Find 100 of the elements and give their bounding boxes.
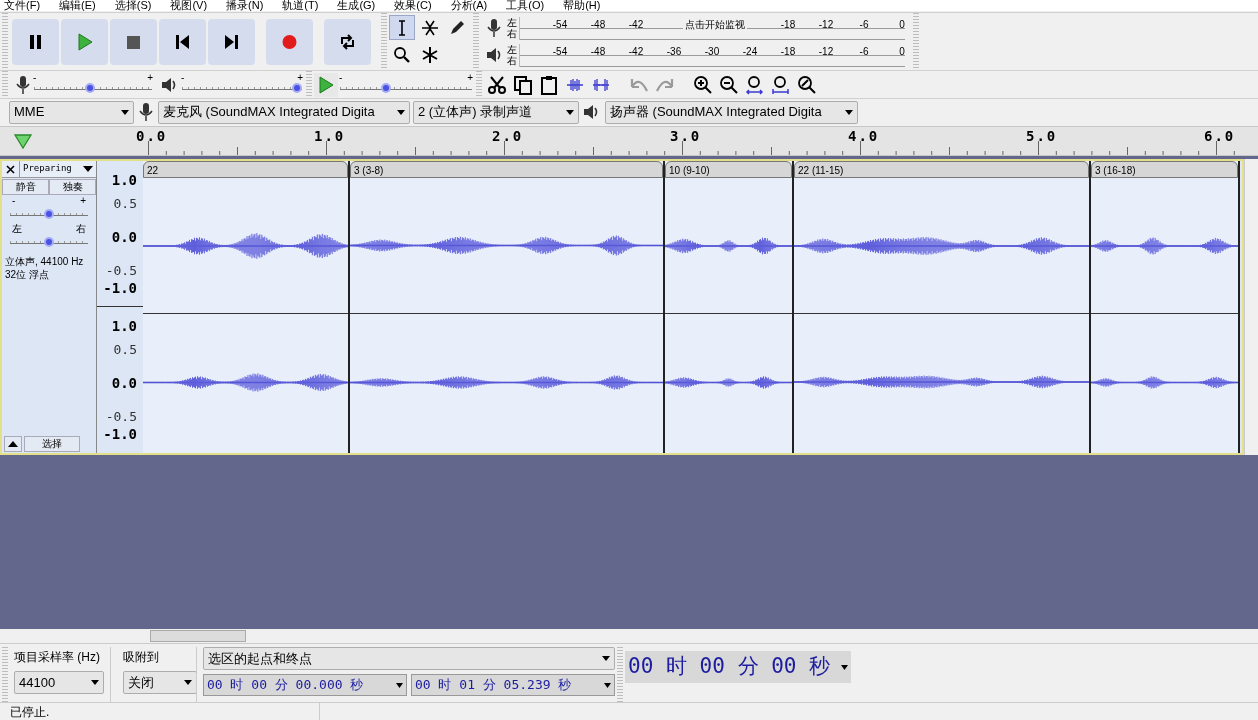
dropdown-arrow-icon — [602, 656, 610, 661]
vertical-scrollbar[interactable] — [1244, 159, 1258, 455]
meter-scale-label: -54 — [552, 46, 568, 57]
select-track-button[interactable]: 选择 — [24, 436, 80, 452]
menu-item[interactable]: 轨道(T) — [282, 0, 319, 11]
slider-minus-label: - — [181, 70, 185, 85]
fit-selection-icon — [745, 74, 765, 95]
dropdown-arrow-icon — [397, 109, 405, 115]
clip-name[interactable]: 10 (9-10) — [665, 161, 792, 178]
ruler-label: 1.0 — [314, 129, 346, 143]
menu-item[interactable]: 生成(G) — [337, 0, 376, 11]
playback-meter[interactable]: -54 -48 -42 -36 -30 -24 -18 -12 -6 0 — [519, 43, 911, 67]
recording-device-dropdown[interactable]: 麦克风 (SoundMAX Integrated Digita — [158, 100, 410, 124]
slider-label: - — [12, 195, 16, 207]
amplitude-label: 0.0 — [111, 376, 137, 390]
zoom-out-icon — [719, 74, 739, 95]
amplitude-label: 1.0 — [111, 173, 137, 187]
zoom-toggle-icon — [797, 74, 817, 95]
slider-thumb[interactable] — [381, 82, 392, 93]
recording-channels-dropdown[interactable]: 2 (立体声) 录制声道 — [413, 100, 579, 124]
menu-item[interactable]: 播录(N) — [226, 0, 264, 11]
record-button[interactable] — [266, 18, 313, 65]
meter-scale-label: -6 — [859, 46, 869, 57]
horizontal-scrollbar[interactable] — [0, 629, 1258, 643]
ruler-label: 0.0 — [136, 129, 168, 143]
menu-item[interactable]: 编辑(E) — [59, 0, 96, 11]
playback-speed-slider[interactable] — [340, 82, 472, 93]
amplitude-label: -0.5 — [105, 409, 137, 424]
close-icon — [6, 164, 15, 174]
playback-device-dropdown[interactable]: 扬声器 (SoundMAX Integrated Digita — [605, 100, 858, 124]
slider-thumb[interactable] — [292, 82, 302, 93]
meter-scale-label: -18 — [780, 46, 796, 57]
channel-label: 左 — [507, 17, 518, 28]
meter-scale-label: -48 — [590, 19, 606, 30]
play-head-icon — [14, 133, 32, 149]
collapse-track-button[interactable] — [4, 436, 22, 452]
audio-track[interactable]: Preparing 静音 独奏 - + 左 右 立体声, 44100 Hz 32位 浮点 选择 1.0 0.5 0.0 -0.5 -1.0 1.0 0.5 0.0 -0.5 -1.0 22 3 (3-8) 10 (9-10) 22 (11-15) 3 (16-18) — [0, 159, 1244, 455]
audio-clip[interactable]: 3 (16-18) — [1091, 161, 1240, 453]
menu-item[interactable]: 文件(F) — [4, 0, 41, 11]
slider-plus-label: + — [147, 70, 153, 85]
pause-button[interactable] — [12, 18, 59, 65]
pan-slider[interactable] — [10, 237, 88, 247]
selection-start-time[interactable]: 00 时 00 分 00.000 秒 — [203, 674, 407, 696]
solo-button[interactable]: 独奏 — [49, 179, 96, 195]
audio-clip[interactable]: 3 (3-8) — [350, 161, 665, 453]
audio-clip[interactable]: 22 — [143, 161, 350, 453]
scissors-icon — [487, 74, 507, 95]
audio-clip[interactable]: 22 (11-15) — [794, 161, 1091, 453]
timeline-ruler[interactable]: 0.0 1.0 2.0 3.0 4.0 5.0 6.0 — [0, 126, 1258, 156]
meter-scale-label: -30 — [704, 46, 720, 57]
play-at-speed-button[interactable] — [314, 72, 338, 97]
playback-volume-slider[interactable] — [182, 82, 302, 93]
monitor-prompt[interactable]: 点击开始监视 — [683, 18, 747, 31]
scrollbar-thumb[interactable] — [150, 630, 246, 642]
slider-thumb[interactable] — [84, 82, 95, 93]
amplitude-label: 0.5 — [113, 342, 137, 357]
stop-button[interactable] — [110, 18, 157, 65]
menu-item[interactable]: 选择(S) — [114, 0, 152, 11]
slider-minus-label: - — [339, 70, 343, 85]
recording-volume-slider[interactable] — [34, 82, 152, 93]
record-meter[interactable]: -54 -48 -42 点击开始监视 -18 -12 -6 0 — [519, 16, 911, 40]
sample-rate-dropdown[interactable]: 44100 — [14, 671, 104, 694]
selection-tool[interactable] — [389, 15, 415, 40]
skip-to-start-button[interactable] — [159, 18, 206, 65]
dropdown-arrow-icon — [841, 664, 848, 670]
clip-name[interactable]: 22 — [143, 161, 348, 178]
selection-mode-dropdown[interactable]: 选区的起点和终点 — [203, 647, 615, 670]
loop-button[interactable] — [324, 18, 371, 65]
clip-name[interactable]: 3 (16-18) — [1091, 161, 1238, 178]
slider-label: 右 — [76, 223, 86, 235]
audio-clip[interactable]: 10 (9-10) — [665, 161, 794, 453]
track-name-menu[interactable]: Preparing — [20, 161, 96, 177]
gain-slider[interactable] — [10, 209, 88, 219]
menu-item[interactable]: 效果(C) — [394, 0, 432, 11]
audio-host-dropdown[interactable]: MME — [9, 100, 134, 124]
selection-end-time[interactable]: 00 时 01 分 05.239 秒 — [411, 674, 615, 696]
skip-to-end-button[interactable] — [208, 18, 255, 65]
meter-scale-label: 0 — [899, 19, 905, 30]
menu-item[interactable]: 帮助(H) — [563, 0, 601, 11]
menu-item[interactable]: 工具(O) — [506, 0, 545, 11]
dropdown-arrow-icon — [121, 109, 129, 115]
snap-to-dropdown[interactable]: 关闭 — [123, 671, 197, 694]
meter-scale-label: -12 — [818, 19, 834, 30]
clip-name[interactable]: 3 (3-8) — [350, 161, 663, 178]
slider-thumb[interactable] — [44, 237, 54, 247]
copy-icon — [513, 74, 533, 95]
mute-button[interactable]: 静音 — [2, 179, 49, 195]
slider-label: 左 — [12, 223, 22, 235]
menu-item[interactable]: 分析(A) — [450, 0, 488, 11]
meter-scale-label: -6 — [859, 19, 869, 30]
amplitude-label: -1.0 — [103, 281, 137, 295]
clipboard-icon — [539, 74, 559, 95]
meter-scale-label: -54 — [552, 19, 568, 30]
menu-item[interactable]: 视图(V) — [170, 0, 208, 11]
meter-scale-label: -18 — [780, 19, 796, 30]
slider-thumb[interactable] — [44, 209, 54, 219]
clip-name[interactable]: 22 (11-15) — [794, 161, 1089, 178]
speaker-icon — [485, 45, 503, 65]
audio-position-time[interactable]: 00 时 00 分 00 秒 — [625, 651, 851, 683]
dropdown-arrow-icon — [845, 109, 853, 115]
